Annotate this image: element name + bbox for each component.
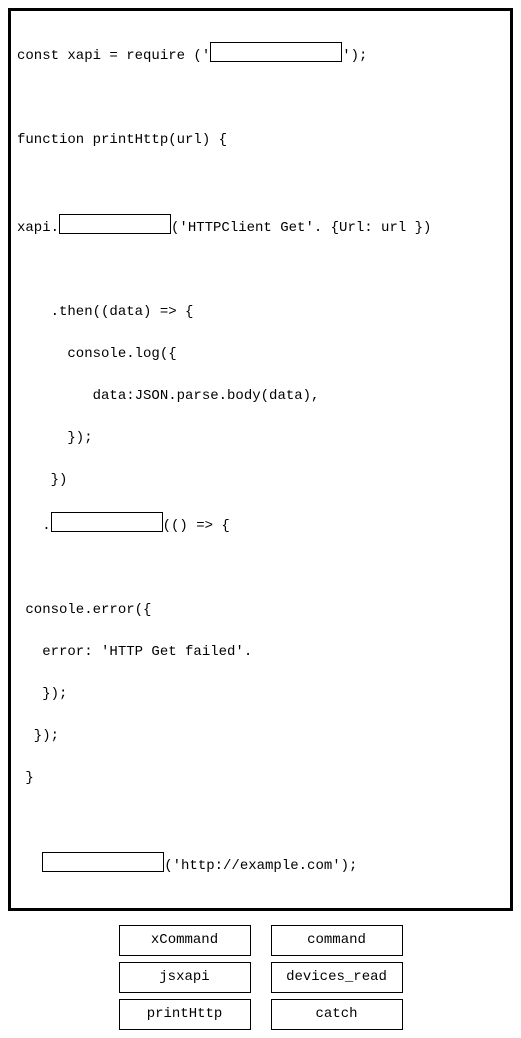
code-line: console.log({: [17, 344, 504, 365]
code-block: const xapi = require (' '); function prin…: [8, 8, 513, 911]
code-line: }): [17, 470, 504, 491]
code-text: [17, 858, 42, 874]
blank-2[interactable]: [59, 214, 171, 234]
code-line: console.error({: [17, 600, 504, 621]
options-row: printHttp catch: [119, 999, 403, 1030]
code-line: xapi. ('HTTPClient Get'. {Url: url }): [17, 214, 504, 239]
code-line: .then((data) => {: [17, 302, 504, 323]
options-area: xCommand command jsxapi devices_read pri…: [8, 925, 513, 1030]
blank-3[interactable]: [51, 512, 163, 532]
code-line: });: [17, 428, 504, 449]
code-line: });: [17, 684, 504, 705]
options-row: jsxapi devices_read: [119, 962, 403, 993]
option-command[interactable]: command: [271, 925, 403, 956]
code-line: data:JSON.parse.body(data),: [17, 386, 504, 407]
code-text: .: [17, 518, 51, 534]
option-catch[interactable]: catch: [271, 999, 403, 1030]
options-row: xCommand command: [119, 925, 403, 956]
code-text: (() => {: [163, 518, 230, 534]
code-line: const xapi = require (' ');: [17, 42, 504, 67]
code-line: . (() => {: [17, 512, 504, 537]
blank-4[interactable]: [42, 852, 164, 872]
code-text: const xapi = require (': [17, 48, 210, 64]
code-line: function printHttp(url) {: [17, 130, 504, 151]
code-line: ('http://example.com');: [17, 852, 504, 877]
code-line: error: 'HTTP Get failed'.: [17, 642, 504, 663]
code-line: });: [17, 726, 504, 747]
option-printhttp[interactable]: printHttp: [119, 999, 251, 1030]
option-xcommand[interactable]: xCommand: [119, 925, 251, 956]
code-text: ('http://example.com');: [164, 858, 357, 874]
code-text: ');: [342, 48, 367, 64]
code-text: ('HTTPClient Get'. {Url: url }): [171, 220, 431, 236]
code-text: xapi.: [17, 220, 59, 236]
code-line: }: [17, 768, 504, 789]
option-jsxapi[interactable]: jsxapi: [119, 962, 251, 993]
blank-1[interactable]: [210, 42, 342, 62]
option-devices-read[interactable]: devices_read: [271, 962, 403, 993]
